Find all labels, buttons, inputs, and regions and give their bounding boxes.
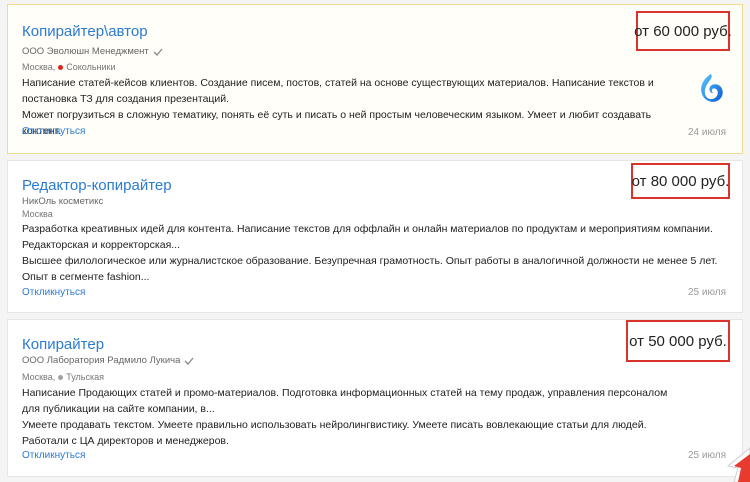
- salary-badge: от 80 000 руб.: [631, 163, 730, 199]
- apply-link[interactable]: Откликнуться: [22, 287, 85, 298]
- vacancy-requirements: Высшее филологическое или журналистское …: [22, 255, 718, 283]
- scroll-to-top-arrow-icon[interactable]: [724, 444, 750, 482]
- salary-text: от 50 000 руб.: [629, 332, 727, 350]
- company-name-text[interactable]: ООО Лаборатория Радмило Лукича: [22, 355, 180, 366]
- vacancy-requirements: Может погрузиться в сложную тематику, по…: [22, 109, 652, 137]
- vacancy-requirements: Умеете продавать текстом. Умеете правиль…: [22, 419, 647, 447]
- city-text: Москва: [22, 209, 53, 219]
- apply-link[interactable]: Откликнуться: [22, 126, 85, 137]
- publication-date: 25 июля: [687, 450, 726, 461]
- verified-check-icon: [153, 48, 163, 56]
- vacancy-list: Копирайтер\автор от 60 000 руб. ООО Эвол…: [0, 0, 750, 482]
- vacancy-card[interactable]: Копирайтер от 50 000 руб. ООО Лаборатори…: [7, 319, 743, 477]
- vacancy-location: Москва: [22, 209, 53, 219]
- company-name[interactable]: НикОль косметикс: [22, 196, 103, 207]
- vacancy-description: Написание статей-кейсов клиентов. Создан…: [22, 75, 687, 139]
- metro-dot-icon: [58, 374, 64, 380]
- salary-text: от 80 000 руб.: [631, 172, 730, 190]
- metro-dot-icon: [58, 64, 64, 70]
- salary-badge: от 50 000 руб.: [626, 320, 730, 362]
- publication-date: 25 июля: [687, 287, 726, 298]
- company-name-text[interactable]: ООО Эволюшн Менеджмент: [22, 46, 149, 57]
- vacancy-title-link[interactable]: Копирайтер: [22, 336, 104, 353]
- blue-swirl-logo-icon[interactable]: [698, 72, 724, 106]
- vacancy-description: Написание Продающих статей и промо-матер…: [22, 385, 687, 449]
- salary-badge: от 60 000 руб.: [634, 11, 732, 51]
- city-text: Москва,: [22, 62, 56, 72]
- vacancy-title-link[interactable]: Копирайтер\автор: [22, 23, 148, 40]
- vacancy-responsibilities: Написание Продающих статей и промо-матер…: [22, 387, 668, 415]
- vacancy-responsibilities: Разработка креативных идей для контента.…: [22, 223, 713, 251]
- apply-link[interactable]: Откликнуться: [22, 450, 85, 461]
- company-name[interactable]: ООО Эволюшн Менеджмент: [22, 46, 163, 57]
- vacancy-title-link[interactable]: Редактор-копирайтер: [22, 177, 172, 194]
- publication-date: 24 июля: [687, 127, 726, 138]
- verified-check-icon: [184, 357, 194, 365]
- metro-station: Сокольники: [66, 62, 116, 72]
- vacancy-location: Москва, Сокольники: [22, 62, 116, 72]
- vacancy-responsibilities: Написание статей-кейсов клиентов. Создан…: [22, 77, 654, 105]
- city-text: Москва,: [22, 372, 56, 382]
- vacancy-location: Москва, Тульская: [22, 372, 104, 382]
- company-name-text[interactable]: НикОль косметикс: [22, 196, 103, 207]
- vacancy-card[interactable]: Копирайтер\автор от 60 000 руб. ООО Эвол…: [7, 4, 743, 154]
- vacancy-description: Разработка креативных идей для контента.…: [22, 221, 722, 285]
- metro-station: Тульская: [66, 372, 104, 382]
- company-name[interactable]: ООО Лаборатория Радмило Лукича: [22, 355, 194, 366]
- vacancy-card[interactable]: Редактор-копирайтер от 80 000 руб. НикОл…: [7, 160, 743, 313]
- salary-text: от 60 000 руб.: [634, 22, 732, 40]
